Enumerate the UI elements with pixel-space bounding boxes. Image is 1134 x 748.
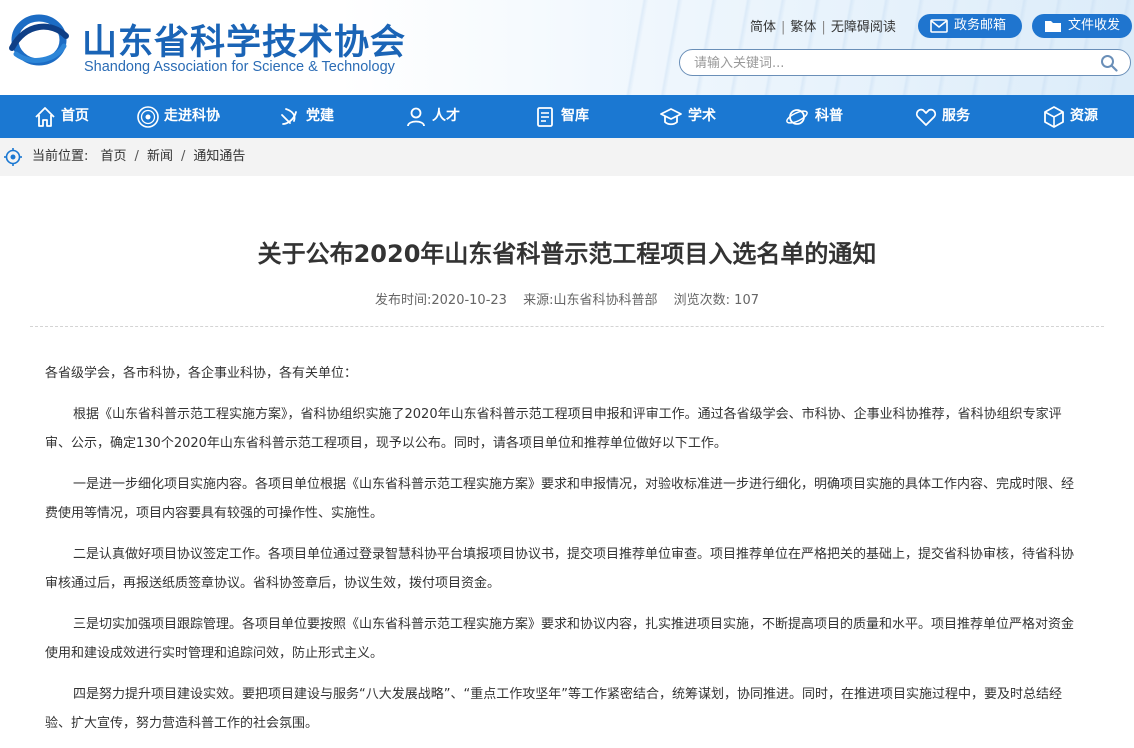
site-header: 山东省科学技术协会 Shandong Association for Scien…	[0, 0, 1134, 95]
site-subtitle: Shandong Association for Science & Techn…	[84, 59, 395, 75]
link-separator: |	[781, 20, 786, 35]
article-meta: 发布时间:2020-10-23 来源:山东省科协科普部 浏览次数: 107	[0, 289, 1134, 308]
home-icon	[35, 107, 55, 127]
nav-item-service[interactable]: 服务	[889, 95, 1016, 138]
site-title[interactable]: 山东省科学技术协会	[82, 14, 406, 65]
body-paragraph: 三是切实加强项目跟踪管理。各项目单位要按照《山东省科普示范工程实施方案》要求和协…	[45, 617, 1075, 661]
nav-label-talent: 人才	[432, 108, 460, 124]
publish-date: 发布时间:2020-10-23	[369, 293, 513, 308]
nav-item-academic[interactable]: 学术	[635, 95, 762, 138]
gov-mail-button[interactable]: 政务邮箱	[918, 14, 1022, 38]
nav-item-party[interactable]: 党建	[254, 95, 381, 138]
accessible-reading-link[interactable]: 无障碍阅读	[831, 16, 896, 35]
nav-label-party: 党建	[306, 108, 334, 124]
party-icon	[281, 108, 297, 125]
sast-logo-icon[interactable]	[6, 12, 72, 68]
view-count-value: 107	[734, 293, 759, 308]
person-icon	[407, 107, 425, 127]
heart-hand-icon	[915, 108, 937, 126]
planet-icon	[786, 109, 808, 125]
body-paragraph: 根据《山东省科普示范工程实施方案》，省科协组织实施了2020年山东省科普示范工程…	[45, 407, 1062, 451]
link-separator: |	[821, 20, 826, 35]
body-paragraph: 四是努力提升项目建设实效。要把项目建设与服务“八大发展战略”、“重点工作攻坚年”…	[45, 687, 1062, 731]
article-title: 关于公布2020年山东省科普示范工程项目入选名单的通知	[257, 240, 877, 268]
breadcrumb-separator: /	[180, 149, 186, 164]
nav-item-resources[interactable]: 资源	[1016, 95, 1134, 138]
nav-label-academic: 学术	[688, 108, 716, 124]
search-icon[interactable]	[1100, 54, 1118, 72]
nav-item-popsci[interactable]: 科普	[762, 95, 889, 138]
publish-date-label: 发布时间:	[375, 293, 432, 308]
nav-item-thinktank[interactable]: 智库	[508, 95, 635, 138]
simplified-chinese-link[interactable]: 简体	[750, 16, 776, 35]
book-icon	[537, 107, 553, 127]
nav-item-about[interactable]: 走进科协	[127, 95, 254, 138]
source-label: 来源:	[523, 293, 554, 308]
view-count-label: 浏览次数:	[673, 293, 731, 308]
folder-icon	[1045, 21, 1061, 32]
doc-exchange-label: 文件收发	[1068, 18, 1121, 33]
nav-item-home[interactable]: 首页	[0, 95, 127, 138]
doc-exchange-button[interactable]: 文件收发	[1032, 14, 1132, 38]
graduation-cap-icon	[660, 108, 682, 126]
search-box	[679, 49, 1131, 76]
breadcrumb-notices[interactable]: 通知通告	[193, 149, 245, 164]
nav-label-resources: 资源	[1070, 108, 1098, 124]
location-target-icon	[4, 148, 22, 166]
publish-date-value: 2020-10-23	[431, 293, 507, 308]
salutation-paragraph: 各省级学会，各市科协，各企事业科协，各有关单位：	[45, 366, 358, 381]
view-count: 浏览次数: 107	[668, 293, 765, 308]
nav-label-thinktank: 智库	[561, 108, 589, 124]
nav-label-about: 走进科协	[164, 108, 220, 124]
nav-label-home: 首页	[61, 108, 89, 124]
article-body: 各省级学会，各市科协，各企事业科协，各有关单位： 根据《山东省科普示范工程实施方…	[45, 359, 1085, 748]
meta-divider	[30, 326, 1104, 327]
breadcrumb-bar: 当前位置: 首页 / 新闻 / 通知通告	[0, 138, 1134, 176]
cube-icon	[1044, 106, 1064, 128]
breadcrumb-prefix: 当前位置:	[32, 149, 89, 164]
breadcrumb-home[interactable]: 首页	[93, 149, 127, 164]
gov-mail-label: 政务邮箱	[954, 18, 1007, 33]
main-nav: 首页 走进科协 党建 人才 智库 学术 科普 服务 资源	[0, 95, 1134, 138]
language-links: 简体 | 繁体 | 无障碍阅读	[750, 16, 896, 36]
traditional-chinese-link[interactable]: 繁体	[790, 16, 816, 35]
breadcrumb-separator: /	[134, 149, 139, 164]
body-paragraph: 二是认真做好项目协议签定工作。各项目单位通过登录智慧科协平台填报项目协议书，提交…	[45, 547, 1075, 591]
nav-item-talent[interactable]: 人才	[381, 95, 508, 138]
emblem-icon	[137, 106, 159, 128]
breadcrumb: 当前位置: 首页 / 新闻 / 通知通告	[32, 138, 245, 176]
article-source: 来源:山东省科协科普部	[517, 293, 663, 308]
source-value: 山东省科协科普部	[553, 293, 658, 308]
nav-label-popsci: 科普	[815, 108, 843, 124]
nav-label-service: 服务	[942, 108, 970, 124]
body-paragraph: 一是进一步细化项目实施内容。各项目单位根据《山东省科普示范工程实施方案》要求和申…	[45, 477, 1075, 521]
mail-icon	[930, 19, 948, 33]
search-input[interactable]	[694, 53, 1094, 73]
breadcrumb-news[interactable]: 新闻	[147, 149, 173, 164]
